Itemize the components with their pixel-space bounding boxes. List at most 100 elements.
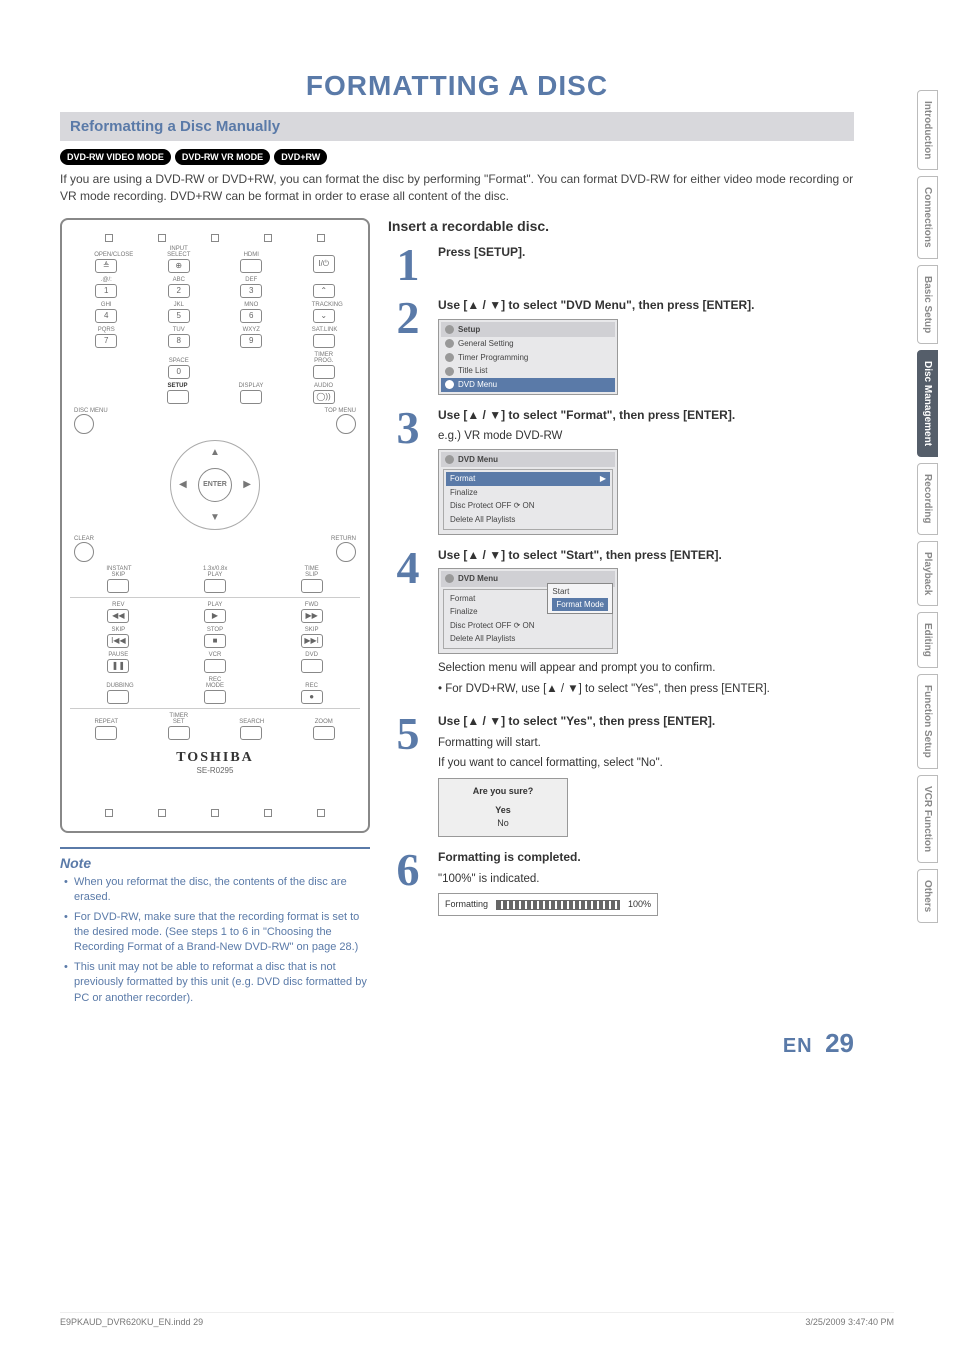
- btn-vcr[interactable]: [204, 659, 226, 673]
- btn-zoom[interactable]: [313, 726, 335, 740]
- tab-basic-setup[interactable]: Basic Setup: [917, 265, 938, 344]
- tab-vcr-function[interactable]: VCR Function: [917, 775, 938, 863]
- btn-audio[interactable]: ◯)): [313, 390, 335, 404]
- nav-ring: ▲ ▼ ◀ ▶ ENTER: [170, 440, 260, 530]
- btn-top-menu[interactable]: [336, 414, 356, 434]
- step-4-after-2: • For DVD+RW, use [▲ / ▼] to select "Yes…: [438, 681, 854, 698]
- btn-6[interactable]: 6: [240, 309, 262, 323]
- btn-hdmi[interactable]: [240, 259, 262, 273]
- btn-input-select[interactable]: ⊕: [168, 259, 190, 273]
- btn-dvd[interactable]: [301, 659, 323, 673]
- btn-9[interactable]: 9: [240, 334, 262, 348]
- btn-2[interactable]: 2: [168, 284, 190, 298]
- btn-stop[interactable]: ■: [204, 634, 226, 648]
- tab-connections[interactable]: Connections: [917, 176, 938, 259]
- btn-repeat[interactable]: [95, 726, 117, 740]
- btn-disc-menu[interactable]: [74, 414, 94, 434]
- step-number-3: 3: [388, 407, 428, 448]
- nav-left-icon[interactable]: ◀: [179, 479, 187, 490]
- step-number-1: 1: [388, 244, 428, 285]
- note-item: For DVD-RW, make sure that the recording…: [64, 910, 370, 956]
- step-3-instr: Use [▲ / ▼] to select "Format", then pre…: [438, 407, 854, 424]
- step-1-instr: Press [SETUP].: [438, 244, 854, 261]
- osd-popup: Start Format Mode: [547, 583, 613, 614]
- page-footer: EN 29: [60, 1028, 854, 1059]
- btn-rec[interactable]: ●: [301, 690, 323, 704]
- nav-up-icon[interactable]: ▲: [210, 447, 220, 458]
- btn-timer-prog[interactable]: [313, 365, 335, 379]
- label-input-select: INPUT SELECT: [167, 246, 191, 258]
- disc-badges: DVD-RW VIDEO MODE DVD-RW VR MODE DVD+RW: [60, 149, 854, 165]
- label-top-menu: TOP MENU: [325, 408, 356, 414]
- page-title: FORMATTING A DISC: [60, 70, 854, 102]
- footer-file: E9PKAUD_DVR620KU_EN.indd 29: [60, 1317, 203, 1327]
- btn-display[interactable]: [240, 390, 262, 404]
- nav-down-icon[interactable]: ▼: [210, 512, 220, 523]
- side-tabs: Introduction Connections Basic Setup Dis…: [917, 90, 938, 923]
- btn-8[interactable]: 8: [168, 334, 190, 348]
- btn-skip-back[interactable]: I◀◀: [107, 634, 129, 648]
- section-title: Reformatting a Disc Manually: [60, 112, 854, 141]
- step-number-4: 4: [388, 547, 428, 588]
- btn-time-slip[interactable]: [301, 579, 323, 593]
- btn-timer-set[interactable]: [168, 726, 190, 740]
- step-4-instr: Use [▲ / ▼] to select "Start", then pres…: [438, 547, 854, 564]
- btn-enter[interactable]: ENTER: [198, 468, 232, 502]
- label-open-close: OPEN/CLOSE: [94, 252, 118, 258]
- tab-playback[interactable]: Playback: [917, 541, 938, 606]
- page-number: 29: [825, 1028, 854, 1058]
- tab-recording[interactable]: Recording: [917, 463, 938, 534]
- btn-ch-up[interactable]: ⌃: [313, 284, 335, 298]
- tab-editing[interactable]: Editing: [917, 612, 938, 668]
- btn-search[interactable]: [240, 726, 262, 740]
- btn-setup[interactable]: [167, 390, 189, 404]
- step-3-sub: e.g.) VR mode DVD-RW: [438, 428, 854, 445]
- step-number-5: 5: [388, 713, 428, 754]
- tab-others[interactable]: Others: [917, 869, 938, 923]
- btn-0[interactable]: 0: [168, 365, 190, 379]
- remote-model: SE-R0295: [70, 766, 360, 775]
- btn-clear[interactable]: [74, 542, 94, 562]
- label-clear: CLEAR: [74, 536, 94, 542]
- btn-open-close[interactable]: ≜: [95, 259, 117, 273]
- btn-1[interactable]: 1: [95, 284, 117, 298]
- progress-bar: [496, 900, 620, 910]
- btn-play[interactable]: ▶: [204, 609, 226, 623]
- note-item: When you reformat the disc, the contents…: [64, 875, 370, 906]
- btn-skip-fwd[interactable]: ▶▶I: [301, 634, 323, 648]
- step-6-instr: Formatting is completed.: [438, 849, 854, 866]
- btn-dubbing[interactable]: [107, 690, 129, 704]
- step-5-instr: Use [▲ / ▼] to select "Yes", then press …: [438, 713, 854, 730]
- btn-pause[interactable]: ❚❚: [107, 659, 129, 673]
- btn-speed-play[interactable]: [204, 579, 226, 593]
- step-number-2: 2: [388, 297, 428, 338]
- osd-setup: Setup General Setting Timer Programming …: [438, 319, 618, 395]
- btn-instant-skip[interactable]: [107, 579, 129, 593]
- btn-rev[interactable]: ◀◀: [107, 609, 129, 623]
- btn-fwd[interactable]: ▶▶: [301, 609, 323, 623]
- insert-heading: Insert a recordable disc.: [388, 218, 854, 234]
- gear-icon: [445, 325, 454, 334]
- btn-rec-mode[interactable]: [204, 690, 226, 704]
- btn-3[interactable]: 3: [240, 284, 262, 298]
- btn-7[interactable]: 7: [95, 334, 117, 348]
- tab-disc-management[interactable]: Disc Management: [917, 350, 938, 457]
- tab-function-setup[interactable]: Function Setup: [917, 674, 938, 769]
- note-box: Note When you reformat the disc, the con…: [60, 847, 370, 1006]
- nav-right-icon[interactable]: ▶: [243, 479, 251, 490]
- btn-5[interactable]: 5: [168, 309, 190, 323]
- btn-4[interactable]: 4: [95, 309, 117, 323]
- step-2-instr: Use [▲ / ▼] to select "DVD Menu", then p…: [438, 297, 854, 314]
- btn-power[interactable]: I/⏻: [313, 255, 335, 273]
- btn-ch-down[interactable]: ⌄: [313, 309, 335, 323]
- step-4-after-1: Selection menu will appear and prompt yo…: [438, 660, 854, 677]
- dialog-yes[interactable]: Yes: [445, 804, 561, 817]
- btn-return[interactable]: [336, 542, 356, 562]
- dialog-no[interactable]: No: [445, 817, 561, 830]
- note-title: Note: [60, 855, 370, 871]
- tab-introduction[interactable]: Introduction: [917, 90, 938, 170]
- footer-meta: E9PKAUD_DVR620KU_EN.indd 29 3/25/2009 3:…: [60, 1312, 894, 1327]
- osd-dvd-menu-start: DVD Menu Format▶ Finalize Disc Protect O…: [438, 568, 618, 654]
- btn-satlink[interactable]: [313, 334, 335, 348]
- page-lang: EN: [783, 1035, 813, 1057]
